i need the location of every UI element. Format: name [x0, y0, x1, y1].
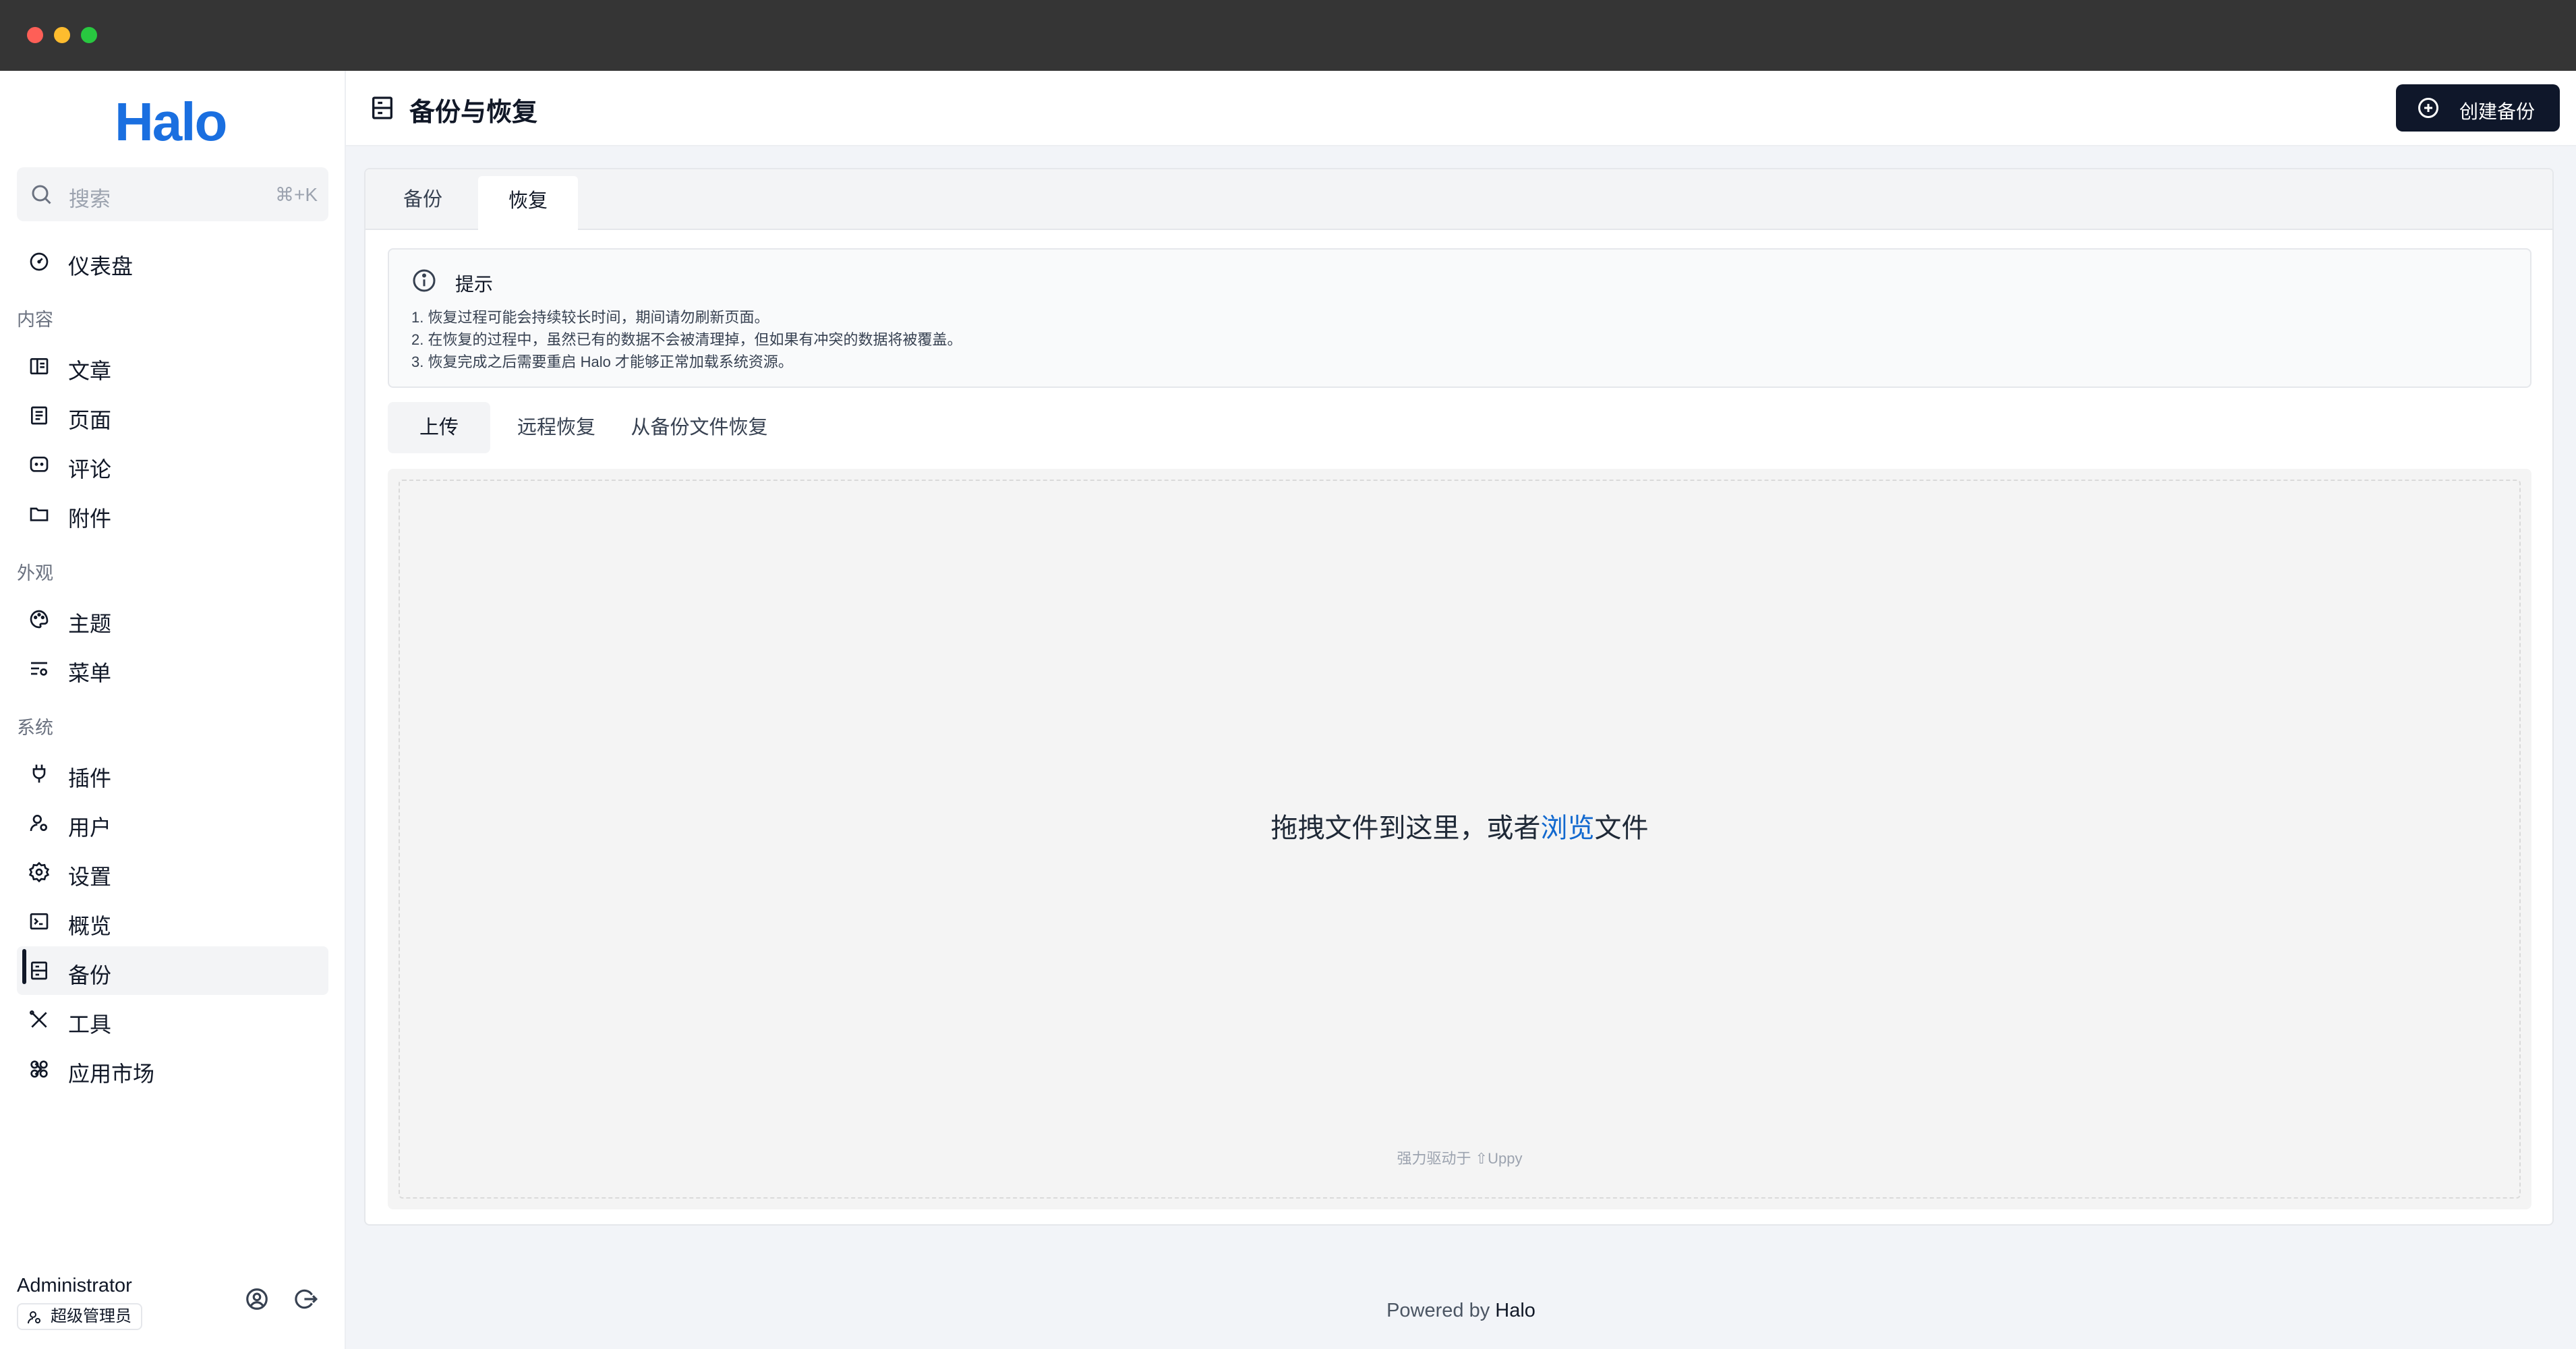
- window-titlebar: [0, 0, 2576, 71]
- sidebar-item-comments[interactable]: 评论: [17, 440, 328, 489]
- create-backup-button[interactable]: 创建备份: [2396, 84, 2560, 132]
- sidebar-item-label: 工具: [68, 1012, 112, 1037]
- info-alert: 提示 1. 恢复过程可能会持续较长时间，期间请勿刷新页面。 2. 在恢复的过程中…: [388, 248, 2531, 388]
- footer-prefix: Powered by: [1386, 1300, 1496, 1321]
- book-open-icon: [30, 358, 49, 374]
- gear-icon: [28, 861, 50, 883]
- app-logo[interactable]: Halo: [115, 91, 227, 153]
- user-role-icon: [28, 1311, 40, 1324]
- sidebar-item-label: 备份: [68, 963, 112, 987]
- sidebar-item-label: 设置: [68, 865, 112, 889]
- role-label: 超级管理员: [51, 1307, 131, 1325]
- sidebar-item-label: 附件: [68, 507, 112, 531]
- sidebar-item-settings[interactable]: 设置: [17, 848, 328, 896]
- tab-backup[interactable]: 备份: [386, 169, 460, 230]
- sidebar-group-system: 系统: [17, 718, 53, 738]
- main-content: 备份与恢复 创建备份 备份 恢复 提示 1. 恢复过程可能会持续较长时间，期间请…: [346, 71, 2576, 1349]
- folder-icon: [30, 507, 49, 521]
- alert-line: 2. 在恢复的过程中，虽然已有的数据不会被清理掉，但如果有冲突的数据将被覆盖。: [411, 331, 962, 348]
- user-profile: Administrator 超级管理员: [17, 1275, 142, 1330]
- sidebar-item-label: 主题: [68, 612, 112, 636]
- page-icon: [31, 406, 47, 425]
- dropzone-text-before: 拖拽文件到这里，或者: [1270, 813, 1541, 843]
- sidebar-item-label: 应用市场: [68, 1062, 155, 1086]
- sidebar-item-label: 文章: [68, 359, 112, 383]
- dropzone-text: 拖拽文件到这里，或者浏览文件: [388, 806, 2531, 845]
- sidebar-item-label: 页面: [68, 408, 112, 432]
- sidebar-group-appearance: 外观: [17, 563, 53, 583]
- file-dropzone[interactable]: 拖拽文件到这里，或者浏览文件 强力驱动于 ⇧Uppy: [388, 469, 2531, 1209]
- chevron-right-icon: [34, 1062, 42, 1076]
- search-input[interactable]: 搜索 ⌘+K: [17, 167, 328, 221]
- sidebar-item-label: 用户: [68, 815, 112, 840]
- active-indicator: [22, 949, 26, 984]
- user-icon: [30, 815, 47, 832]
- info-icon: [413, 269, 436, 292]
- database-backup-icon: [372, 96, 392, 119]
- sidebar-item-users[interactable]: 用户: [17, 799, 328, 847]
- tab-restore[interactable]: 恢复: [478, 176, 578, 230]
- dropzone-text-after: 文件: [1594, 813, 1649, 843]
- alert-line: 1. 恢复过程可能会持续较长时间，期间请勿刷新页面。: [411, 309, 769, 326]
- profile-icon[interactable]: [244, 1286, 270, 1312]
- uppy-powered-by[interactable]: 强力驱动于 ⇧Uppy: [388, 1147, 2531, 1168]
- comment-icon: [30, 457, 49, 472]
- sidebar-item-label: 插件: [68, 766, 112, 791]
- sidebar-item-themes[interactable]: 主题: [17, 595, 328, 643]
- create-backup-label: 创建备份: [2459, 101, 2536, 122]
- restore-tab-remote[interactable]: 远程恢复: [509, 402, 604, 453]
- database-backup-icon: [31, 961, 47, 980]
- backup-card: 备份 恢复 提示 1. 恢复过程可能会持续较长时间，期间请勿刷新页面。 2. 在…: [364, 168, 2554, 1226]
- sidebar-item-menus[interactable]: 菜单: [17, 644, 328, 693]
- palette-icon: [30, 610, 49, 629]
- restore-tab-upload[interactable]: 上传: [388, 402, 490, 453]
- logout-icon[interactable]: [293, 1286, 318, 1312]
- page-footer: Powered by Halo: [346, 1300, 2576, 1322]
- plug-icon: [32, 764, 46, 783]
- role-badge: 超级管理员: [17, 1303, 142, 1330]
- restore-tab-from-backup[interactable]: 从备份文件恢复: [622, 402, 777, 453]
- sidebar-item-attachments[interactable]: 附件: [17, 490, 328, 538]
- footer-brand-link[interactable]: Halo: [1495, 1300, 1535, 1321]
- sidebar-item-label: 仪表盘: [68, 254, 134, 279]
- minimize-window-button[interactable]: [54, 27, 70, 43]
- sidebar-item-backup[interactable]: 备份: [17, 946, 328, 995]
- sidebar-item-pages[interactable]: 页面: [17, 391, 328, 440]
- sidebar-item-tools[interactable]: 工具: [17, 996, 328, 1044]
- close-window-button[interactable]: [27, 27, 43, 43]
- sidebar-item-label: 评论: [68, 457, 112, 482]
- sidebar: Halo 搜索 ⌘+K 仪表盘 内容 文章 页面 评论 附件 外观 主题 菜单 …: [0, 71, 346, 1349]
- sidebar-group-content: 内容: [17, 310, 53, 330]
- sidebar-item-dashboard[interactable]: 仪表盘: [17, 237, 328, 286]
- dashboard-gauge-icon: [30, 252, 49, 271]
- page-title: 备份与恢复: [409, 98, 538, 127]
- sidebar-item-plugins[interactable]: 插件: [17, 749, 328, 798]
- tab-bar: 备份 恢复: [365, 169, 2552, 230]
- alert-line: 3. 恢复完成之后需要重启 Halo 才能够正常加载系统资源。: [411, 353, 793, 370]
- page-header: 备份与恢复 创建备份: [346, 71, 2576, 146]
- alert-title: 提示: [455, 274, 494, 295]
- search-placeholder: 搜索: [69, 188, 111, 211]
- sidebar-item-posts[interactable]: 文章: [17, 342, 328, 391]
- user-name: Administrator: [17, 1275, 132, 1296]
- search-shortcut: ⌘+K: [274, 184, 318, 205]
- browse-link[interactable]: 浏览: [1541, 813, 1595, 843]
- sidebar-item-overview[interactable]: 概览: [17, 897, 328, 946]
- menu-settings-icon: [31, 662, 47, 676]
- plus-circle-icon: [2418, 98, 2438, 118]
- sidebar-item-label: 菜单: [68, 661, 112, 685]
- maximize-window-button[interactable]: [81, 27, 97, 43]
- sidebar-item-label: 概览: [68, 914, 112, 938]
- search-icon: [32, 185, 51, 204]
- terminal-icon: [30, 913, 49, 929]
- tools-icon: [30, 1010, 47, 1028]
- sidebar-item-app-market[interactable]: 应用市场: [17, 1045, 328, 1093]
